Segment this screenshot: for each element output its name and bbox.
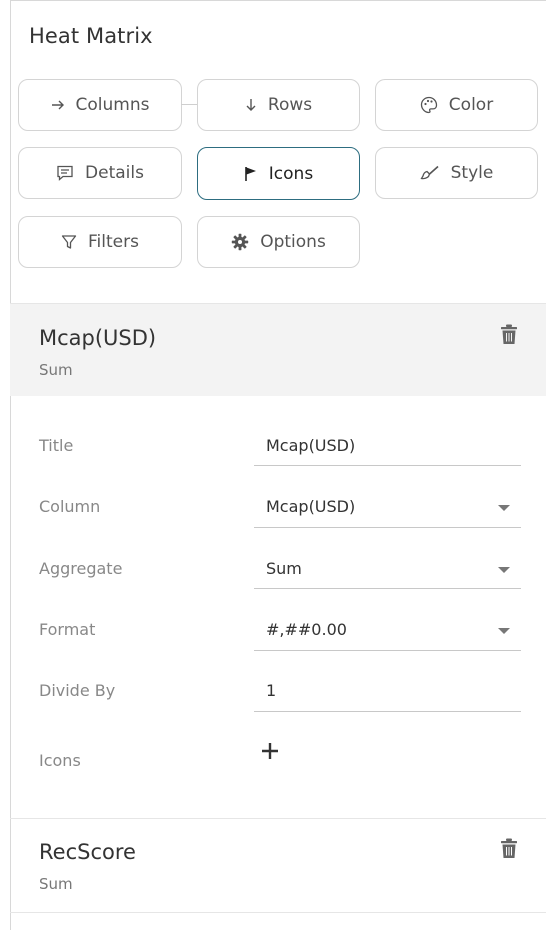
- section-name: Mcap(USD): [39, 326, 157, 350]
- section-aggregation: Sum: [39, 361, 73, 379]
- format-select-underline: [254, 650, 521, 651]
- title-label: Title: [39, 436, 74, 455]
- chevron-down-icon[interactable]: [498, 567, 510, 573]
- tab-columns-label: Columns: [75, 95, 150, 115]
- aggregate-select-underline: [254, 588, 521, 589]
- divide-by-input-underline: [254, 711, 521, 712]
- divider: [10, 912, 546, 913]
- add-icon-button[interactable]: [259, 740, 281, 762]
- section-header-mcap[interactable]: Mcap(USD) Sum: [10, 304, 546, 396]
- format-select[interactable]: #,##0.00: [266, 620, 347, 639]
- tab-connector: [181, 104, 197, 105]
- aggregate-label: Aggregate: [39, 559, 123, 578]
- divide-by-input[interactable]: 1: [266, 681, 276, 700]
- filter-icon: [61, 234, 77, 250]
- tab-details[interactable]: Details: [18, 147, 182, 199]
- trash-icon[interactable]: [500, 838, 518, 859]
- tab-style[interactable]: Style: [375, 147, 538, 199]
- section-name: RecScore: [39, 840, 136, 864]
- tab-icons[interactable]: Icons: [197, 147, 360, 200]
- flag-icon: [244, 166, 258, 182]
- plus-icon: [262, 743, 278, 759]
- tab-color-label: Color: [448, 95, 494, 115]
- arrow-down-icon: [245, 98, 257, 112]
- message-icon: [56, 165, 74, 181]
- arrow-right-icon: [51, 99, 65, 111]
- title-input[interactable]: Mcap(USD): [266, 436, 355, 455]
- tab-filters-label: Filters: [88, 232, 139, 252]
- divide-by-label: Divide By: [39, 681, 116, 700]
- panel-left-border: [10, 0, 11, 930]
- title-input-underline: [254, 465, 521, 466]
- tab-options[interactable]: Options: [197, 216, 360, 268]
- tab-filters[interactable]: Filters: [18, 216, 182, 268]
- brush-icon: [420, 165, 440, 181]
- tab-columns[interactable]: Columns: [18, 79, 182, 131]
- tab-rows-label: Rows: [267, 95, 313, 115]
- column-select[interactable]: Mcap(USD): [266, 497, 355, 516]
- tab-details-label: Details: [85, 163, 144, 183]
- panel-top-border: [10, 0, 546, 1]
- trash-icon[interactable]: [500, 324, 518, 345]
- chevron-down-icon[interactable]: [498, 628, 510, 634]
- section-aggregation: Sum: [39, 875, 73, 893]
- panel-title: Heat Matrix: [29, 24, 153, 48]
- gear-icon: [231, 233, 249, 251]
- tab-rows[interactable]: Rows: [197, 79, 360, 131]
- tab-icons-label: Icons: [268, 163, 314, 184]
- format-label: Format: [39, 620, 96, 639]
- chevron-down-icon[interactable]: [498, 505, 510, 511]
- aggregate-select[interactable]: Sum: [266, 559, 302, 578]
- palette-icon: [420, 96, 438, 114]
- column-label: Column: [39, 497, 101, 516]
- tab-style-label: Style: [450, 163, 494, 183]
- column-select-underline: [254, 527, 521, 528]
- section-header-recscore[interactable]: RecScore Sum: [10, 819, 546, 911]
- icons-label: Icons: [39, 751, 81, 770]
- tab-options-label: Options: [260, 232, 326, 252]
- tab-color[interactable]: Color: [375, 79, 538, 131]
